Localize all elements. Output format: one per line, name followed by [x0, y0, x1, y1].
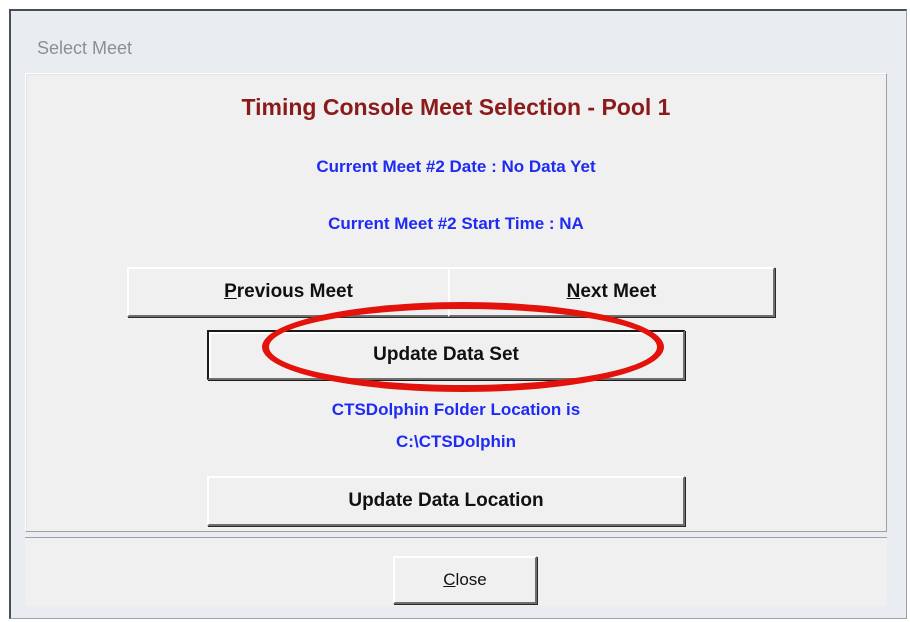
title-bar[interactable]: Select Meet	[11, 11, 906, 75]
folder-location-label: CTSDolphin Folder Location is	[331, 400, 581, 419]
update-data-set-button[interactable]: Update Data Set	[207, 330, 685, 380]
window-title: Select Meet	[37, 38, 133, 58]
close-button[interactable]: Close	[393, 556, 537, 604]
next-meet-accelerator: N	[566, 281, 581, 302]
next-meet-button[interactable]: Next Meet	[448, 267, 775, 317]
close-accelerator: C	[443, 570, 456, 589]
current-meet-date: Current Meet #2 Date : No Data Yet	[316, 157, 596, 176]
close-label: lose	[455, 570, 487, 589]
update-data-location-button[interactable]: Update Data Location	[207, 476, 685, 526]
next-meet-label: ext Meet	[580, 281, 657, 302]
previous-meet-button[interactable]: Previous Meet	[127, 267, 450, 317]
previous-meet-accelerator: P	[224, 281, 237, 302]
panel-heading: Timing Console Meet Selection - Pool 1	[241, 94, 671, 120]
folder-location-path: C:\CTSDolphin	[396, 432, 516, 451]
previous-meet-label: revious Meet	[236, 281, 353, 302]
current-meet-start-time: Current Meet #2 Start Time : NA	[328, 214, 584, 233]
